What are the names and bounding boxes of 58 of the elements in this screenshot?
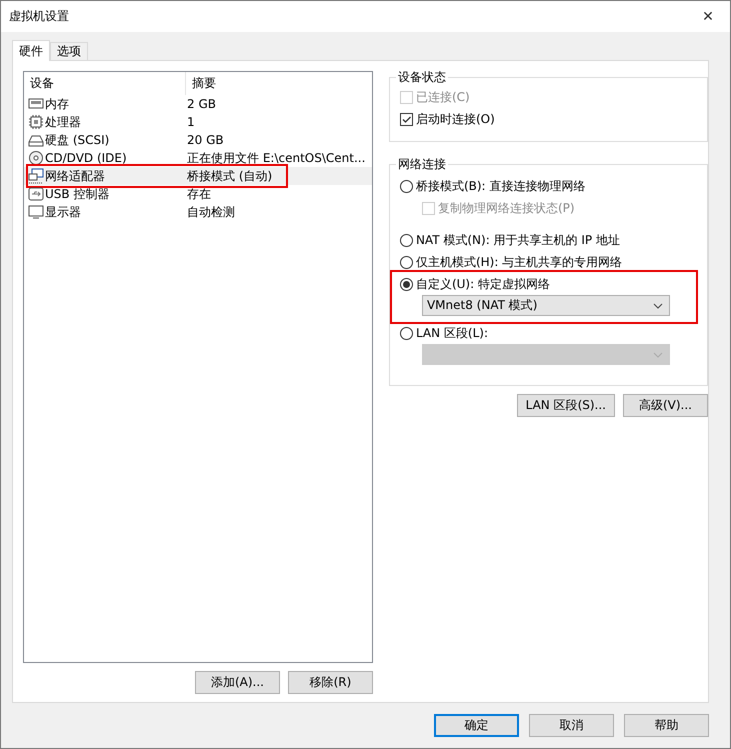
device-summary: 2 GB [186,97,216,111]
radio-label: 自定义(U): 特定虚拟网络 [416,276,550,292]
radio-button[interactable] [400,278,413,290]
column-header[interactable]: 摘要 [186,72,362,95]
list-row[interactable]: CD/DVD (IDE) 正在使用文件 E:\centOS\Cent... [24,149,372,167]
radio-button[interactable] [400,256,413,268]
disc-icon [28,150,44,166]
device-summary: 正在使用文件 E:\centOS\Cent... [186,150,366,166]
group-title: 设备状态 [396,69,448,86]
device-summary: 桥接模式 (自动) [186,168,272,184]
device-name: 硬盘 (SCSI) [45,132,110,148]
checkbox-label: 已连接(C) [416,88,470,106]
radio-button[interactable] [400,326,413,340]
list-row[interactable]: 处理器 1 [24,113,372,131]
list-row[interactable]: USB 控制器 存在 [24,185,372,203]
device-summary: 20 GB [186,133,224,147]
checkbox-label: 复制物理网络连接状态(P) [438,200,575,216]
device-name: 网络适配器 [45,168,105,184]
list-row[interactable]: 硬盘 (SCSI) 20 GB [24,131,372,149]
checkbox-label: 启动时连接(O) [416,110,495,128]
push-button[interactable]: 移除(R) [288,671,373,694]
list-row[interactable]: 内存 2 GB [24,95,372,113]
radio-label: LAN 区段(L): [416,324,488,342]
device-name: 显示器 [45,204,81,220]
push-button[interactable]: 取消 [529,714,614,737]
device-name: USB 控制器 [45,186,110,202]
group-title: 网络连接 [396,156,448,173]
list-row[interactable]: 显示器 自动检测 [24,203,372,221]
radio-label: 仅主机模式(H): 与主机共享的专用网络 [416,254,622,270]
radio-button[interactable] [400,180,413,192]
caret-icon [652,352,663,358]
device-name: CD/DVD (IDE) [45,151,127,165]
caret-icon [652,302,663,308]
push-button[interactable]: 确定 [434,714,519,737]
list-row[interactable]: 网络适配器 桥接模式 (自动) [24,167,372,185]
device-name: 内存 [45,96,69,112]
radio-label: NAT 模式(N): 用于共享主机的 IP 地址 [416,232,620,248]
device-summary: 1 [186,115,195,129]
monitor-icon [28,204,44,220]
tab[interactable]: 选项 [50,42,88,60]
close-button[interactable]: ✕ [686,1,730,32]
push-button[interactable]: 添加(A)... [194,671,280,694]
radio-label: 桥接模式(B): 直接连接物理网络 [416,178,586,194]
push-button[interactable]: 帮助 [624,714,709,737]
radio-button[interactable] [400,234,413,246]
push-button[interactable]: LAN 区段(S)... [516,394,615,417]
column-header[interactable]: 设备 [24,72,186,95]
device-summary: 存在 [186,186,211,202]
device-name: 处理器 [45,114,81,130]
device-summary: 自动检测 [186,204,235,220]
chip-icon [28,114,44,130]
dropdown[interactable]: VMnet8 (NAT 模式) [422,295,670,316]
tab[interactable]: 硬件 [12,40,50,61]
push-button[interactable]: 高级(V)... [623,394,708,417]
usb-icon [28,186,44,202]
network-icon [28,168,44,184]
window-title: 虚拟机设置 [9,8,69,25]
checkbox[interactable] [400,112,413,126]
